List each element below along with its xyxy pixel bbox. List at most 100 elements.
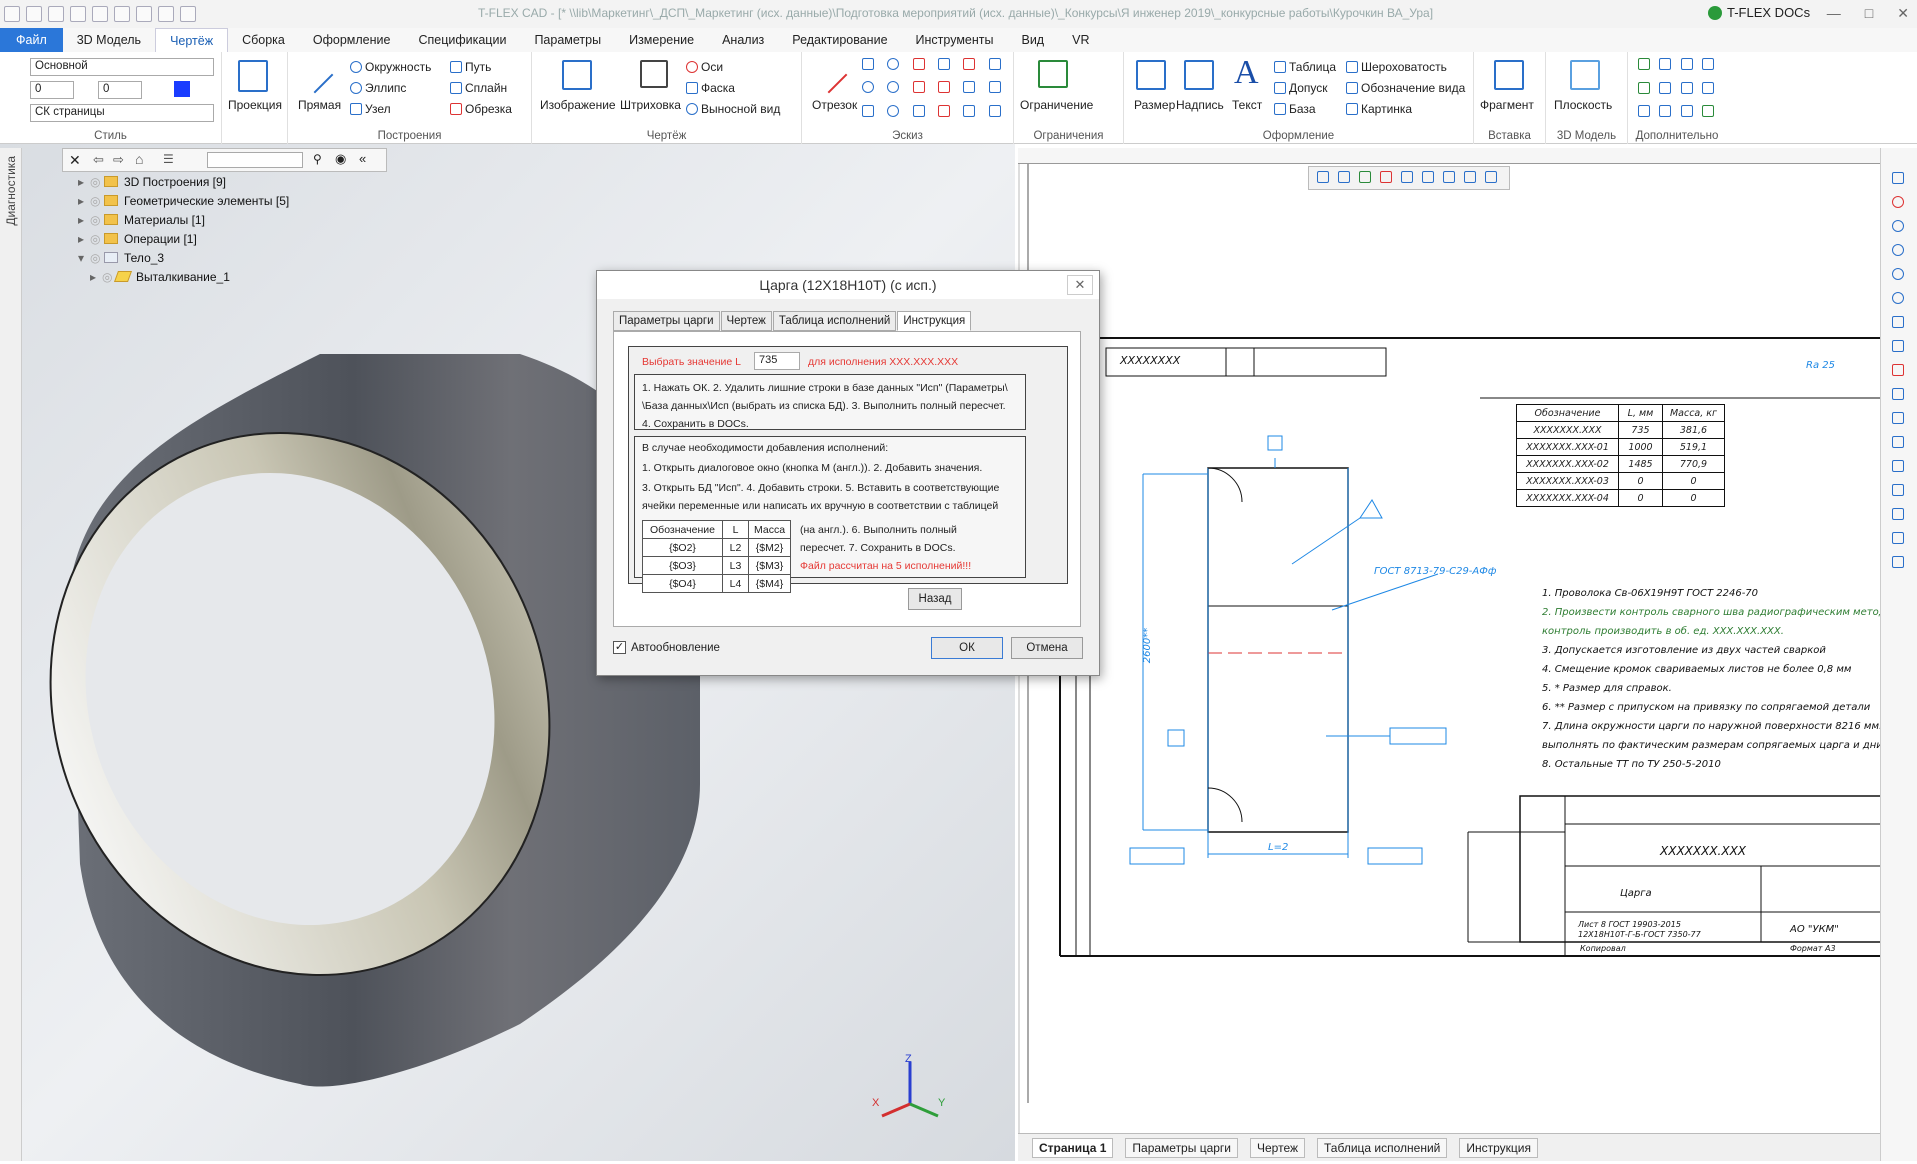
extra4-icon[interactable]: [1701, 58, 1714, 70]
text-button[interactable]: Текст: [1232, 98, 1262, 112]
curve-icon[interactable]: [912, 81, 925, 94]
line-button[interactable]: Прямая: [298, 98, 341, 112]
picture-button[interactable]: Картинка: [1346, 102, 1412, 116]
level-field[interactable]: 0: [98, 81, 142, 99]
tool13-icon[interactable]: [1891, 460, 1904, 472]
tab-exec-table[interactable]: Таблица исполнений: [1317, 1137, 1448, 1158]
menu-params[interactable]: Параметры: [520, 28, 615, 52]
tool11-icon[interactable]: [1891, 412, 1904, 424]
app-icon[interactable]: [4, 6, 20, 22]
tool15-icon[interactable]: [1891, 508, 1904, 520]
extra9-icon[interactable]: [1638, 105, 1650, 118]
dialog-close-button[interactable]: ✕: [1067, 275, 1093, 295]
color-swatch[interactable]: [174, 81, 190, 97]
trim-button[interactable]: Обрезка: [450, 102, 512, 116]
check-icon[interactable]: [1359, 171, 1371, 183]
dialog-tab-instruction[interactable]: Инструкция: [897, 311, 972, 331]
snap5-icon[interactable]: [1485, 171, 1497, 183]
magnet-icon[interactable]: [1891, 196, 1904, 208]
snap4-icon[interactable]: [1464, 171, 1476, 183]
chamfer-button[interactable]: Фаска: [686, 81, 735, 95]
auto-update-checkbox[interactable]: ✓ Автообновление: [613, 641, 720, 654]
point-icon[interactable]: [862, 81, 874, 94]
ellipse-button[interactable]: Эллипс: [350, 81, 406, 95]
eye-icon[interactable]: ◎: [90, 194, 104, 208]
extra11-icon[interactable]: [1680, 105, 1693, 118]
tree-item-geometry[interactable]: ▸ ◎ Геометрические элементы [5]: [62, 191, 387, 210]
constraint-button[interactable]: Ограничение: [1020, 98, 1093, 112]
menu-format[interactable]: Оформление: [299, 28, 405, 52]
tool10-icon[interactable]: [1891, 388, 1904, 400]
menu-specs[interactable]: Спецификации: [404, 28, 520, 52]
node2-icon[interactable]: [938, 104, 950, 117]
plane-button[interactable]: Плоскость: [1554, 98, 1612, 112]
tool16-icon[interactable]: [1891, 532, 1904, 544]
tab-instruction[interactable]: Инструкция: [1459, 1137, 1538, 1158]
arc-icon[interactable]: [912, 58, 925, 70]
menu-view[interactable]: Вид: [1007, 28, 1058, 52]
filter2-icon[interactable]: [1338, 171, 1350, 183]
priority-field[interactable]: 0: [30, 81, 74, 99]
dialog-tab-params[interactable]: Параметры царги: [613, 311, 720, 331]
hatch-button[interactable]: Штриховка: [620, 98, 681, 112]
fragment-button[interactable]: Фрагмент: [1480, 98, 1534, 112]
new-icon[interactable]: [48, 6, 64, 22]
path-button[interactable]: Путь: [450, 60, 491, 74]
extend-icon[interactable]: [988, 81, 1001, 94]
save-icon[interactable]: [114, 6, 130, 22]
tab-drawing[interactable]: Чертеж: [1250, 1137, 1306, 1158]
redo-icon[interactable]: [180, 6, 196, 22]
undo-icon[interactable]: [158, 6, 174, 22]
spline2-icon[interactable]: [862, 104, 874, 117]
search-icon[interactable]: ⚲: [313, 152, 322, 166]
ellipse2-icon[interactable]: [887, 81, 900, 94]
docs-badge[interactable]: T-FLEX DOCs: [1708, 5, 1810, 20]
layer-select[interactable]: Основной: [30, 58, 214, 76]
expand-icon[interactable]: ▸: [78, 232, 90, 246]
viewmark-button[interactable]: Обозначение вида: [1346, 81, 1465, 95]
dialog-tab-drawing[interactable]: Чертеж: [720, 311, 772, 331]
rect-icon[interactable]: [862, 58, 874, 70]
circle-button[interactable]: Окружность: [350, 60, 431, 74]
wave-icon[interactable]: [912, 104, 925, 117]
center-icon[interactable]: [887, 104, 900, 117]
ok-button[interactable]: ОК: [931, 637, 1003, 659]
menu-drawing[interactable]: Чертёж: [155, 28, 229, 52]
callout-button[interactable]: Выносной вид: [686, 102, 780, 116]
menu-tools[interactable]: Инструменты: [902, 28, 1008, 52]
caption-button[interactable]: Надпись: [1176, 98, 1224, 112]
settings-icon[interactable]: ◉: [335, 151, 346, 167]
dialog-tab-exec-table[interactable]: Таблица исполнений: [772, 311, 897, 331]
cross-icon[interactable]: [988, 104, 1001, 117]
model-icon[interactable]: [70, 6, 86, 22]
poly-icon[interactable]: [938, 58, 950, 70]
zoom-in-icon[interactable]: [1891, 268, 1904, 280]
snap2-icon[interactable]: [1422, 171, 1434, 183]
image-button[interactable]: Изображение: [540, 98, 616, 112]
menu-file[interactable]: Файл: [0, 28, 63, 52]
menu-analysis[interactable]: Анализ: [708, 28, 778, 52]
extra1-icon[interactable]: [1638, 58, 1650, 70]
tangent-icon[interactable]: [938, 81, 950, 94]
segment-button[interactable]: Отрезок: [812, 98, 857, 112]
zoom-out-icon[interactable]: [1891, 292, 1904, 304]
menu-vr[interactable]: VR: [1058, 28, 1103, 52]
layout-icon[interactable]: [1891, 172, 1904, 184]
extra6-icon[interactable]: [1659, 81, 1672, 94]
print-icon[interactable]: [136, 6, 152, 22]
zoom-icon[interactable]: [1891, 220, 1904, 232]
menu-assembly[interactable]: Сборка: [228, 28, 299, 52]
tree-item-materials[interactable]: ▸ ◎ Материалы [1]: [62, 210, 387, 229]
node-button[interactable]: Узел: [350, 102, 391, 116]
extra3-icon[interactable]: [1680, 58, 1693, 70]
tool9-icon[interactable]: [1891, 364, 1904, 376]
extra5-icon[interactable]: [1638, 81, 1650, 94]
menu-3d-model[interactable]: 3D Модель: [63, 28, 155, 52]
expand-icon[interactable]: ▸: [78, 213, 90, 227]
diagnostics-tab[interactable]: Диагностика: [0, 148, 22, 1161]
minimize-icon[interactable]: —: [1827, 5, 1841, 22]
roughness-button[interactable]: Шероховатость: [1346, 60, 1447, 74]
forward-icon[interactable]: ⇨: [113, 152, 124, 168]
tool14-icon[interactable]: [1891, 484, 1904, 496]
expand-icon[interactable]: ▸: [90, 270, 102, 284]
